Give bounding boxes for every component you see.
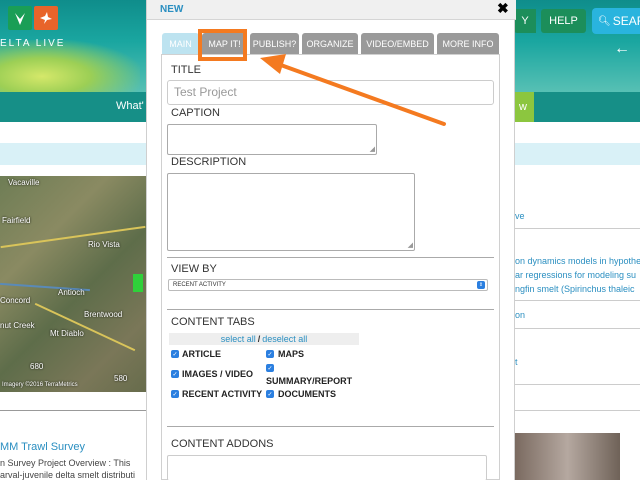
annotation-arrow-icon <box>260 54 446 126</box>
